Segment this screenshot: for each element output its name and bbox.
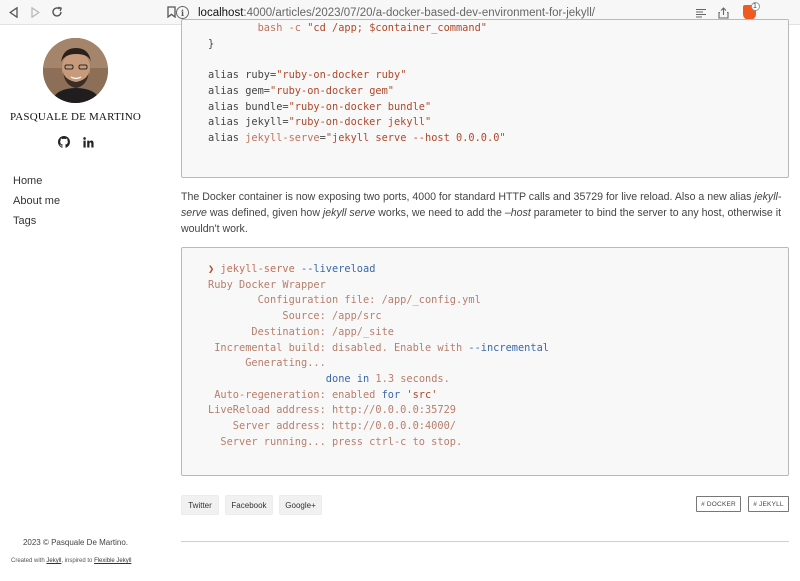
- code-line: LiveReload address: http://0.0.0.0:35729: [208, 403, 456, 417]
- share-twitter-button[interactable]: Twitter: [181, 495, 219, 515]
- code-token: Generating...: [208, 357, 326, 370]
- code-line: }: [208, 37, 214, 51]
- code-token: 1.3 seconds.: [369, 372, 450, 385]
- code-token: Server address: http://0.0.0.0:4000/: [208, 420, 456, 432]
- linkedin-icon[interactable]: [81, 135, 95, 149]
- code-line: ❯ jekyll-serve --livereload: [208, 262, 375, 276]
- code-token: alias jekyll=: [208, 116, 289, 129]
- code-token: LiveReload address: http://0.0.0.0:35729: [208, 404, 456, 417]
- code-token: Source: /app/src: [208, 310, 382, 323]
- code-token: done: [325, 372, 351, 385]
- code-token: }: [208, 37, 215, 50]
- para-em-host: –host: [504, 207, 531, 219]
- code-line: alias jekyll="ruby-on-docker jekyll": [208, 115, 431, 129]
- code-token: 'src': [406, 388, 438, 401]
- code-block-aliases: bash -c "cd /app; $container_command"} al…: [181, 19, 789, 178]
- sidebar-nav: Home About me Tags: [13, 174, 60, 234]
- code-line: bash -c "cd /app; $container_command": [208, 21, 487, 35]
- code-token: Destination: /app/_site: [208, 325, 394, 338]
- para-text-1: The Docker container is now exposing two…: [181, 191, 755, 203]
- code-line: Generating...: [208, 356, 326, 370]
- share-facebook-button[interactable]: Facebook: [225, 495, 273, 515]
- code-line: Server running... press ctrl-c to stop.: [208, 435, 462, 449]
- avatar: [43, 38, 108, 103]
- code-line: Server address: http://0.0.0.0:4000/: [208, 419, 456, 433]
- code-token: jekyll-serve: [220, 263, 295, 275]
- code-line: Incremental build: disabled. Enable with…: [208, 341, 549, 355]
- code-token: "jekyll serve --host 0.0.0.0": [325, 131, 506, 144]
- nav-home[interactable]: Home: [13, 174, 60, 194]
- code-token: "cd /app; $container_command": [307, 22, 487, 34]
- tag-docker[interactable]: # DOCKER: [696, 496, 741, 512]
- sidebar: PASQUALE DE MARTINO Home About me Tags 2…: [0, 25, 160, 581]
- code-line: alias bundle="ruby-on-docker bundle": [208, 100, 431, 114]
- article-content: bash -c "cd /app; $container_command"} al…: [160, 19, 800, 581]
- forward-icon[interactable]: [24, 0, 46, 25]
- code-block-serve-output: ❯ jekyll-serve --livereload Ruby Docker W…: [181, 247, 789, 476]
- url-host: localhost: [198, 6, 244, 19]
- author-name: PASQUALE DE MARTINO: [9, 111, 142, 123]
- code-line: done in 1.3 seconds.: [208, 372, 450, 386]
- code-token: jekyll-serve: [245, 131, 320, 144]
- flexible-jekyll-link[interactable]: Flexible Jekyll: [94, 558, 131, 564]
- code-token: Incremental build: disabled. Enable with: [208, 341, 469, 354]
- code-token: bash -c: [208, 22, 308, 34]
- site-info-icon[interactable]: i: [176, 6, 189, 19]
- code-token: "ruby-on-docker jekyll": [288, 116, 432, 129]
- credits-prefix: Created with: [11, 558, 47, 564]
- url-path: :4000/articles/2023/07/20/a-docker-based…: [243, 6, 595, 19]
- credits-middle: , inspired to: [61, 558, 95, 564]
- nav-tags[interactable]: Tags: [13, 214, 60, 234]
- code-line: Destination: /app/_site: [208, 325, 394, 339]
- code-token: alias: [208, 131, 246, 144]
- code-token: --livereload: [294, 263, 376, 275]
- share-google-button[interactable]: Google+: [279, 495, 322, 515]
- back-icon[interactable]: [2, 0, 24, 25]
- copyright: 2023 © Pasquale De Martino.: [22, 538, 129, 547]
- code-token: --incremental: [468, 341, 549, 354]
- code-line: alias jekyll-serve="jekyll serve --host …: [208, 131, 506, 145]
- para-text-3: works, we need to add the: [375, 207, 505, 219]
- code-token: alias ruby=: [208, 69, 277, 82]
- code-token: in: [356, 372, 370, 385]
- divider: [181, 541, 789, 542]
- nav-about-me[interactable]: About me: [13, 194, 60, 214]
- code-token: Configuration file: /app/_config.yml: [208, 294, 481, 307]
- code-token: "ruby-on-docker bundle": [288, 100, 432, 113]
- code-token: Ruby Docker Wrapper: [208, 278, 326, 291]
- code-token: Server running... press ctrl-c to stop.: [208, 435, 463, 448]
- code-line: Configuration file: /app/_config.yml: [208, 293, 481, 307]
- code-token: alias gem=: [208, 84, 270, 97]
- github-icon[interactable]: [57, 135, 71, 149]
- code-line: alias gem="ruby-on-docker gem": [208, 84, 394, 98]
- code-line: alias ruby="ruby-on-docker ruby": [208, 68, 406, 82]
- reload-icon[interactable]: [46, 0, 68, 25]
- credits: Created with Jekyll, inspired to Flexibl…: [11, 558, 131, 564]
- code-token: for: [381, 388, 401, 401]
- tag-jekyll[interactable]: # JEKYLL: [748, 496, 789, 512]
- code-token: alias bundle=: [208, 100, 289, 113]
- article-paragraph: The Docker container is now exposing two…: [181, 189, 791, 237]
- jekyll-link[interactable]: Jekyll: [46, 558, 61, 564]
- code-token: "ruby-on-docker ruby": [276, 69, 407, 82]
- para-text-2: was defined, given how: [206, 207, 323, 219]
- code-token: Auto-regeneration: enabled: [208, 388, 382, 401]
- code-line: Source: /app/src: [208, 309, 382, 323]
- code-token: ❯: [208, 263, 221, 275]
- code-line: Ruby Docker Wrapper: [208, 278, 326, 292]
- code-token: "ruby-on-docker gem": [270, 84, 394, 97]
- para-em-jekyll-serve-cmd: jekyll serve: [322, 207, 376, 219]
- shield-badge: 1: [742, 2, 760, 20]
- code-line: Auto-regeneration: enabled for 'src': [208, 388, 437, 402]
- shield-count: 1: [750, 2, 760, 11]
